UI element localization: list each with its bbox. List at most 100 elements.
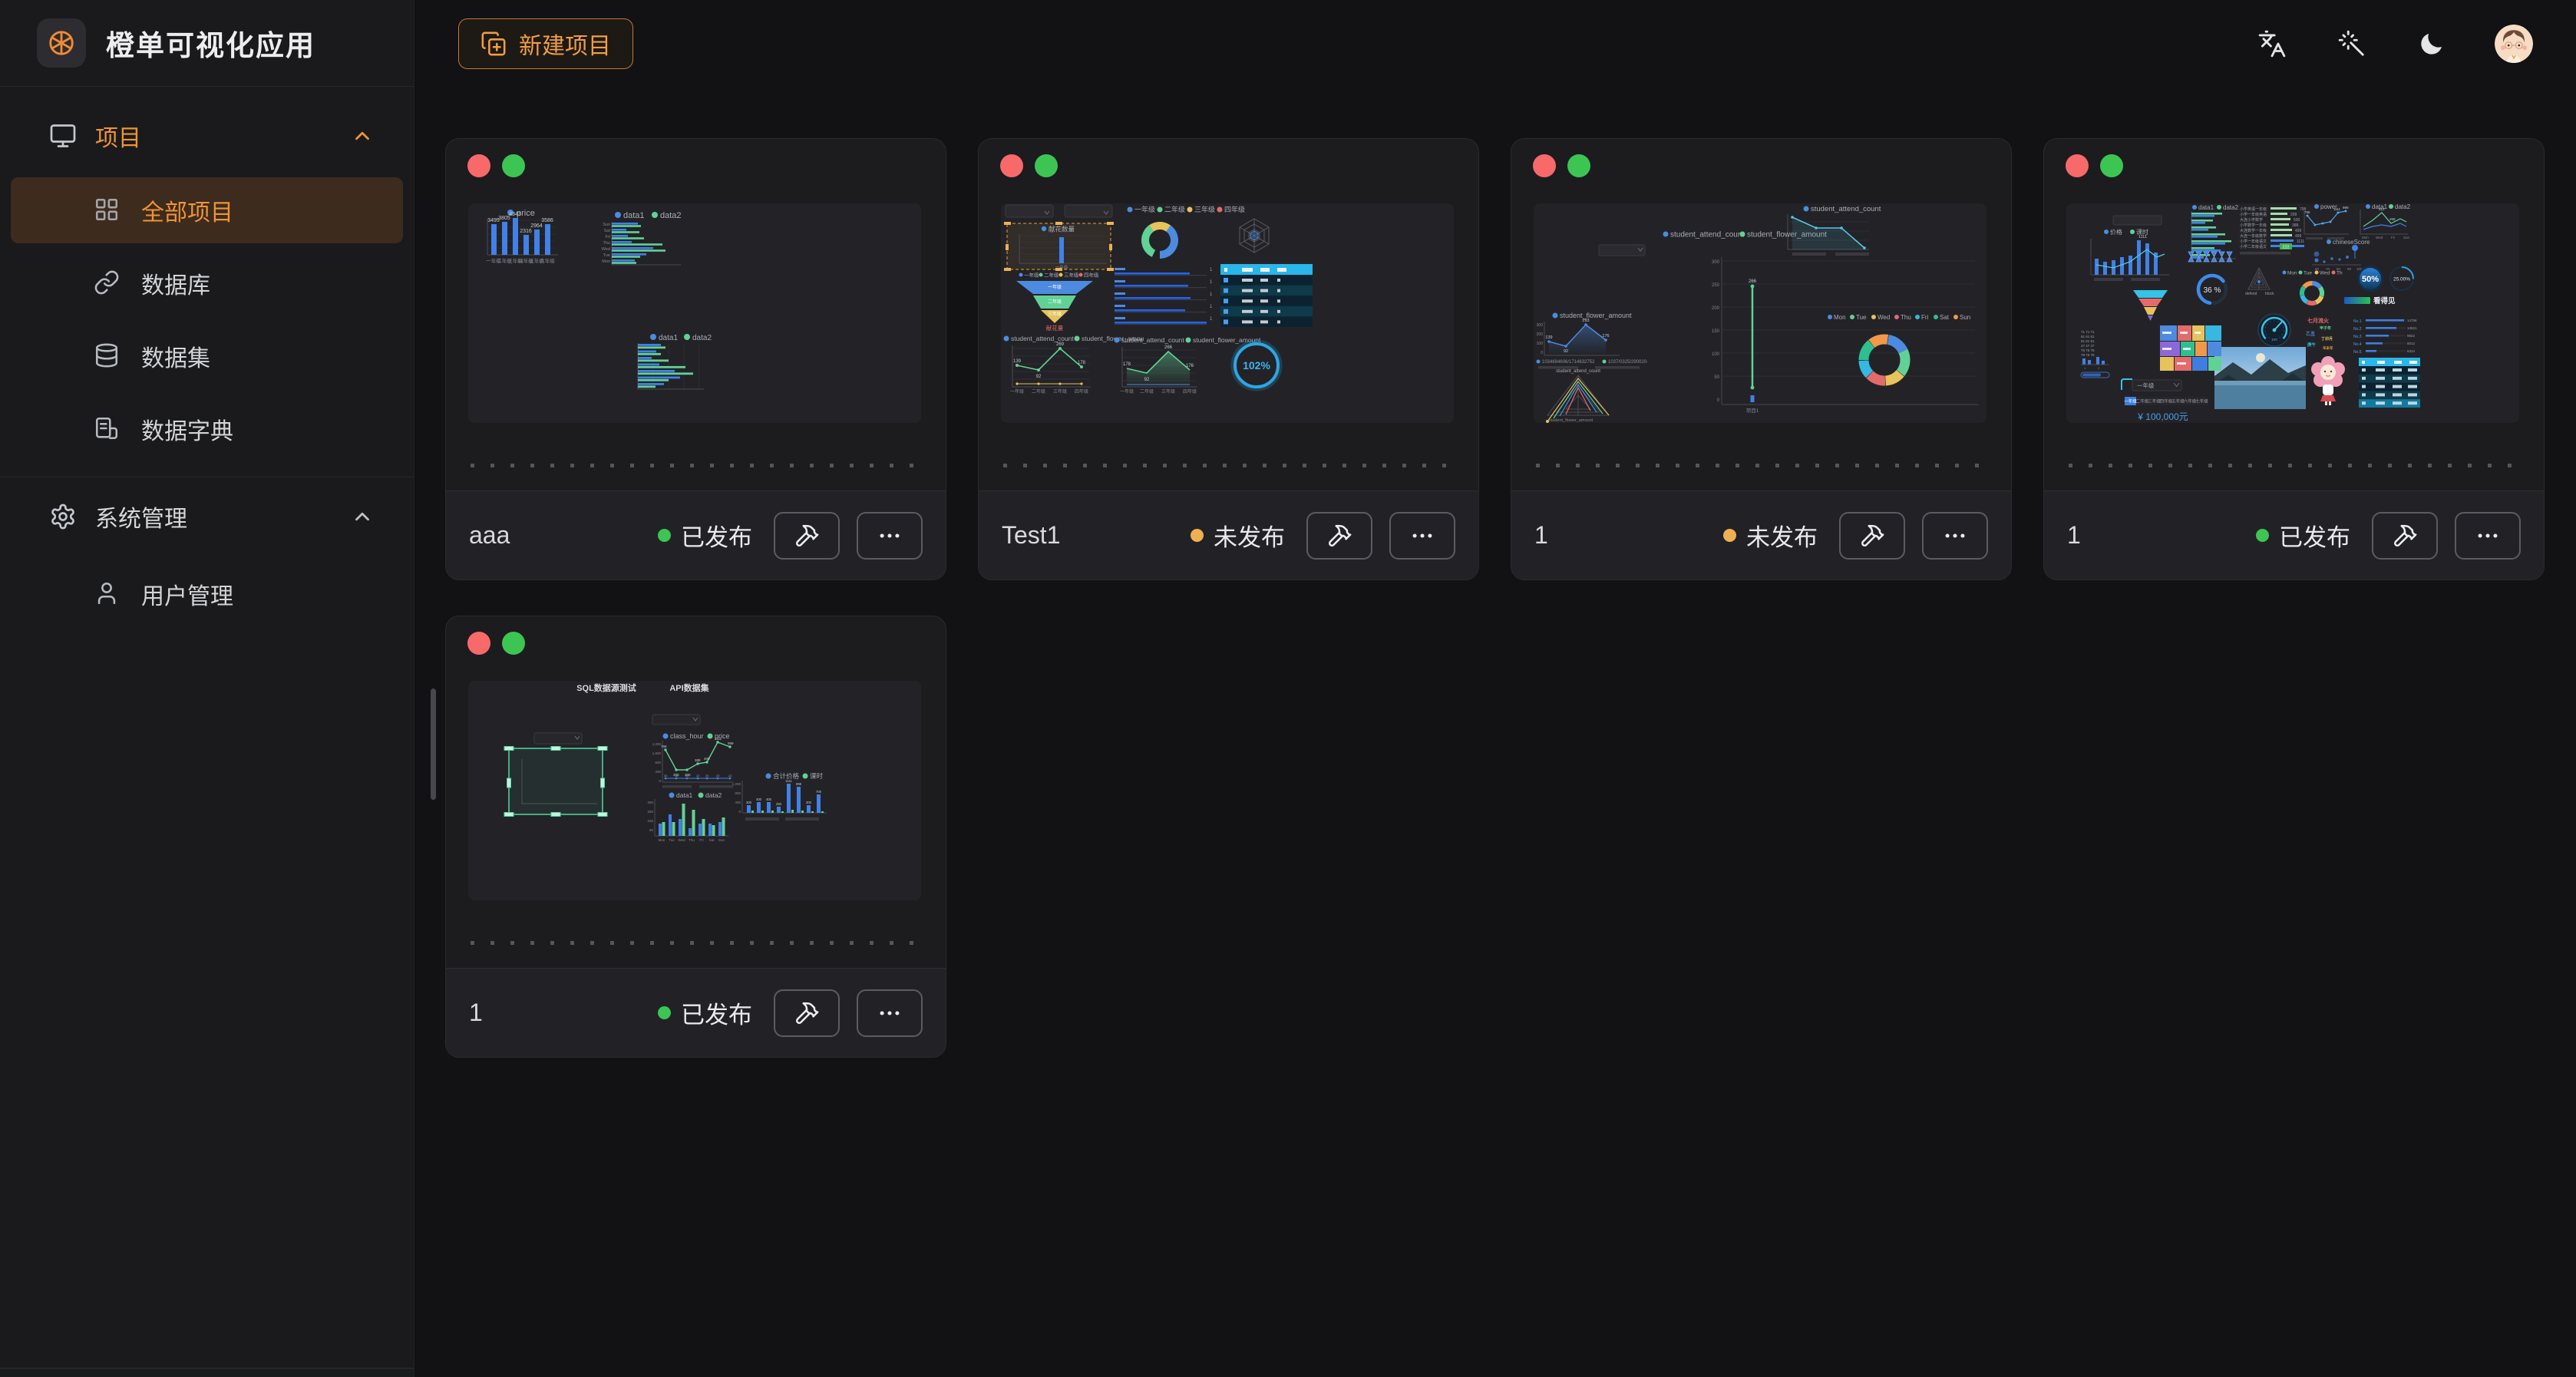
dash-row [471,941,921,945]
svg-text:六年级: 六年级 [2184,398,2197,405]
status-label: 已发布 [681,996,752,1030]
sidebar-item-all-projects[interactable]: 全部项目 [11,177,403,243]
language-button[interactable] [2255,27,2289,61]
theme-wand-button[interactable] [2335,27,2369,61]
project-card-test1[interactable]: 献花数量 一年级 一年级 二年级 三年级 四年级 [978,138,1479,580]
svg-text:139: 139 [1545,335,1552,340]
mini-number-table: 71 71 7161 61 6181 81 81 47 47 4776 76 7… [2081,330,2109,378]
svg-text:七月流火: 七月流火 [2307,317,2330,324]
dashboard-thumbnail: SQL数据源测试 API数据集 [468,681,921,900]
svg-text:222: 222 [2282,246,2289,250]
svg-text:250: 250 [776,802,782,806]
sidebar-item-dataset[interactable]: 数据集 [11,323,403,389]
svg-text:2: 2 [2098,366,2100,370]
svg-text:400: 400 [766,797,772,801]
svg-text:1,000: 1,000 [652,751,662,755]
svg-text:SQL数据源测试: SQL数据源测试 [576,682,636,693]
svg-text:300: 300 [746,801,752,804]
sidebar-item-dictionary[interactable]: 数据字典 [11,396,403,462]
sidebar-item-user-management[interactable]: 用户管理 [11,561,403,627]
mini-speedometer: 100 [2257,312,2291,347]
sidebar-group-system[interactable]: 系统管理 [0,489,414,544]
svg-text:大连小学数学: 大连小学数学 [2240,217,2263,223]
svg-text:丁卯月: 丁卯月 [2321,336,2333,342]
mini-donut-small [2298,279,2326,307]
svg-text:1111: 1111 [2297,239,2304,244]
svg-text:266: 266 [1164,345,1173,350]
sidebar: 橙单可视化应用 项目 全部项目 数据库 [0,0,414,1377]
svg-text:176: 176 [1186,364,1194,368]
hammer-icon [1326,523,1352,549]
svg-text:999: 999 [2343,206,2349,210]
mini-progress-list: 11111 [1115,268,1213,325]
svg-text:1: 1 [1210,317,1213,322]
project-name: 1 [2067,521,2239,550]
svg-text:No.3: No.3 [2353,335,2362,339]
new-project-button[interactable]: 新建项目 [458,18,633,69]
dashboard-thumbnail: 献花数量 一年级 一年级 二年级 三年级 四年级 [1001,203,1454,423]
project-preview[interactable]: 献花数量 一年级 一年级 二年级 三年级 四年级 [979,139,1478,490]
mini-gauge-36: 36 % [2196,273,2228,305]
svg-text:三年级: 三年级 [1194,205,1215,213]
mini-line-chart-left: student_flower_amount 3002001000 1399229… [1537,312,1632,355]
svg-text:block: block [2265,292,2274,296]
svg-text:92: 92 [1036,375,1042,379]
dashboard-thumbnail: 价格 课时 1111 [2066,203,2519,423]
chevron-up-icon[interactable] [351,505,374,528]
content-scrollbar[interactable] [431,688,436,800]
svg-text:176: 176 [1602,334,1609,338]
mini-donut [1140,220,1181,261]
mini-tall-chart: 300250200 150100500 266 项目1 [1712,257,1979,414]
svg-text:三年级: 三年级 [1053,388,1067,395]
build-button[interactable] [1839,512,1905,560]
project-preview[interactable]: SQL数据源测试 API数据集 [446,616,946,968]
project-card-1b[interactable]: 价格 课时 1111 [2043,138,2545,580]
project-card-1c[interactable]: SQL数据源测试 API数据集 [445,616,946,1058]
mini-rank-bars: No.1No.2 No.3No.4 No.5 [2353,319,2417,355]
build-button[interactable] [1306,512,1372,560]
status-dot [2256,529,2269,542]
mini-radar-triangle: student_attend_count student_flower_amou… [1546,369,1609,423]
status-dot [1191,529,1204,542]
build-button[interactable] [774,512,840,560]
moon-icon [2417,29,2446,58]
user-avatar[interactable] [2495,25,2533,63]
project-preview[interactable]: price 3495 3805 4343 2316 [446,139,946,490]
more-button[interactable] [857,512,923,560]
topbar: 新建项目 [415,0,2576,87]
svg-text:小学二年级语文: 小学二年级语文 [2240,244,2267,249]
more-button[interactable] [857,989,923,1037]
svg-text:五年级: 五年级 [2171,398,2185,405]
app-logo[interactable] [37,18,86,68]
svg-text:No.5: No.5 [2353,350,2362,355]
svg-text:150: 150 [1712,329,1720,334]
mini-hbar-chart-2: data1 data2 [638,334,712,389]
project-card-1a[interactable]: student_attend_count student_attend_coun… [1511,138,2012,580]
dashboard-thumbnail: student_attend_count student_attend_coun… [1534,203,1986,423]
svg-text:299: 299 [2290,213,2297,217]
svg-text:178: 178 [1123,362,1131,367]
svg-text:Fri: Fri [2391,236,2395,239]
ellipsis-icon [1409,523,1435,549]
svg-text:二年级: 二年级 [1048,299,1062,305]
app-title: 橙单可视化应用 [106,22,315,64]
more-button[interactable] [2455,512,2521,560]
project-preview[interactable]: 价格 课时 1111 [2044,139,2544,490]
build-button[interactable] [2372,512,2438,560]
more-button[interactable] [1922,512,1988,560]
sidebar-item-database[interactable]: 数据库 [11,250,403,316]
sidebar-group-projects[interactable]: 项目 [0,115,414,156]
svg-text:50: 50 [649,828,654,832]
svg-text:Thu: Thu [689,838,695,842]
more-button[interactable] [1389,512,1455,560]
dark-mode-button[interactable] [2415,27,2449,61]
chevron-up-icon[interactable] [351,124,374,147]
svg-text:一年级: 一年级 [1024,272,1039,279]
svg-text:0: 0 [659,779,661,783]
project-preview[interactable]: student_attend_count student_attend_coun… [1511,139,2011,490]
svg-text:800: 800 [735,791,741,795]
status-badge: 已发布 [2256,518,2350,553]
svg-text:798: 798 [661,745,667,748]
project-card-aaa[interactable]: price 3495 3805 4343 2316 [445,138,946,580]
build-button[interactable] [774,989,840,1037]
